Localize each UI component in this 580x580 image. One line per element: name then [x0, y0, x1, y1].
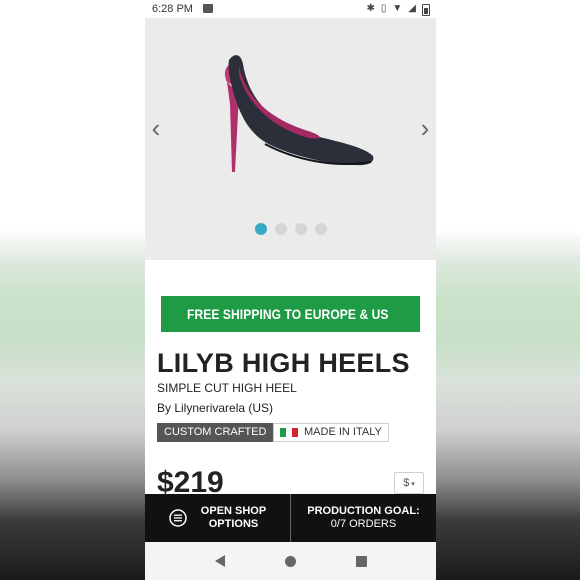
custom-crafted-badge: CUSTOM CRAFTED [157, 423, 274, 442]
vibrate-icon: ▯ [380, 3, 387, 14]
carousel-dot[interactable] [294, 223, 307, 235]
carousel-dots [145, 223, 436, 235]
carousel-dot[interactable] [274, 223, 287, 235]
italy-flag-icon [280, 428, 298, 437]
product-title: LILYB HIGH HEELS [157, 348, 410, 378]
recent-square-icon[interactable] [355, 555, 367, 567]
chevron-left-icon[interactable]: ‹ [147, 115, 165, 141]
open-shop-options-label: OPEN SHOP OPTIONS [200, 505, 267, 530]
designer-link[interactable]: By Lilynerivarela (US) [157, 401, 273, 415]
android-nav-bar [145, 542, 436, 580]
back-triangle-icon[interactable] [214, 555, 225, 567]
status-bar: 6:28 PM ✱ ▯ ▼ ◢ [145, 0, 436, 18]
currency-select[interactable]: $ ▾ [394, 472, 424, 494]
dropdown-arrow-icon: ▾ [409, 481, 415, 488]
carousel-dot[interactable] [314, 223, 327, 235]
product-image[interactable] [205, 44, 380, 174]
origin-label: MADE IN ITALY [304, 426, 382, 438]
bottom-action-bar: OPEN SHOP OPTIONS PRODUCTION GOAL: 0/7 O… [145, 494, 436, 542]
production-goal-title: PRODUCTION GOAL: [307, 505, 420, 517]
open-shop-options-button[interactable]: OPEN SHOP OPTIONS [145, 494, 290, 542]
wifi-icon: ▼ [392, 3, 403, 14]
made-in-italy-badge: MADE IN ITALY [273, 423, 389, 442]
bluetooth-icon: ✱ [366, 3, 375, 14]
image-notification-icon [203, 4, 213, 13]
free-shipping-banner: FREE SHIPPING TO EUROPE & US [161, 296, 420, 332]
home-circle-icon[interactable] [284, 555, 296, 567]
carousel-dot[interactable] [254, 223, 267, 235]
free-shipping-text: FREE SHIPPING TO EUROPE & US [187, 306, 389, 322]
production-goal: PRODUCTION GOAL: 0/7 ORDERS [291, 494, 436, 542]
battery-icon [422, 4, 430, 16]
production-goal-value: 0/7 ORDERS [330, 518, 397, 530]
status-time: 6:28 PM [152, 3, 193, 15]
phone-screen: 6:28 PM ✱ ▯ ▼ ◢ ‹ › FREE SHIPPING TO EUR… [145, 0, 436, 580]
product-subtitle: SIMPLE CUT HIGH HEEL [157, 381, 297, 395]
chevron-right-icon[interactable]: › [416, 115, 434, 141]
product-image-carousel[interactable]: ‹ › [145, 18, 436, 260]
status-icons: ✱ ▯ ▼ ◢ [366, 3, 430, 16]
menu-circle-icon [169, 509, 187, 527]
signal-icon: ◢ [408, 3, 416, 14]
